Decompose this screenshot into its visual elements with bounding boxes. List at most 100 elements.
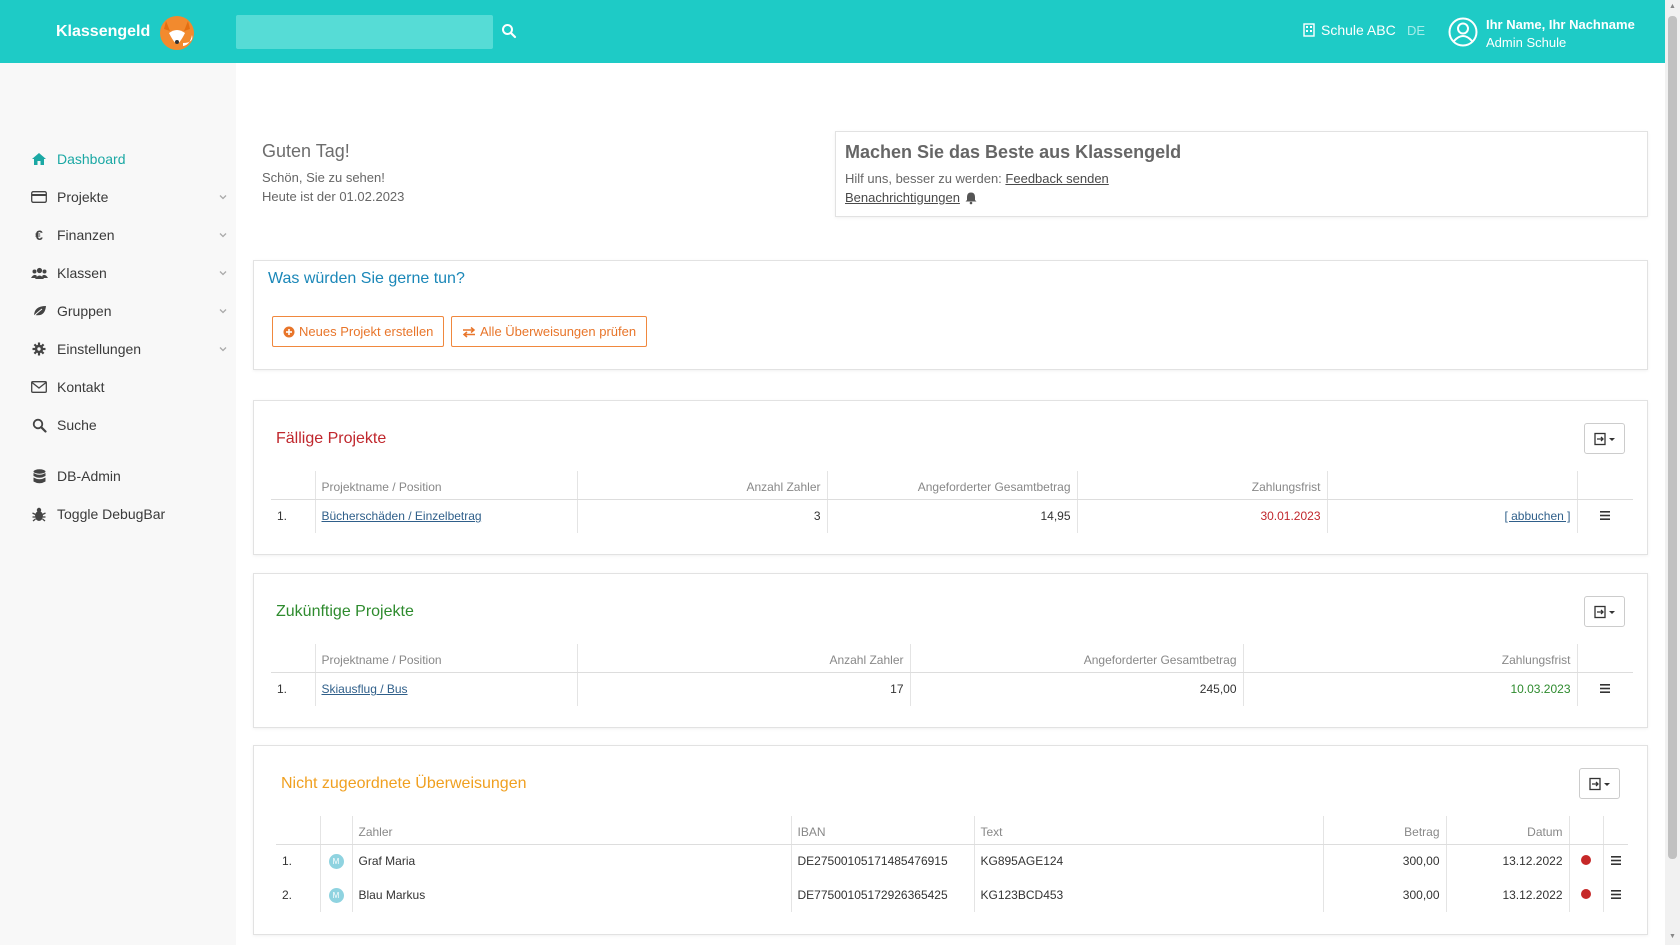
column-header[interactable]: Anzahl Zahler [576,471,827,500]
deadline: 10.03.2023 [1242,672,1577,706]
column-header[interactable]: Angeforderter Gesamtbetrag [826,471,1077,500]
iban: DE27500105171485476915 [790,844,974,878]
sidebar-item-label: Kontakt [57,379,105,395]
sidebar-item-toggle-debugbar[interactable]: Toggle DebugBar [0,496,236,532]
total-amount: 245,00 [909,672,1243,706]
column-header[interactable]: Zahlungsfrist [1242,644,1577,673]
column-header[interactable]: Datum [1445,816,1569,845]
sidebar-item-finanzen[interactable]: € Finanzen [0,217,236,253]
check-transfers-label: Alle Überweisungen prüfen [480,324,637,339]
export-icon [1593,432,1615,445]
row-menu-icon[interactable] [1600,684,1611,694]
iban: DE77500105172926365425 [790,878,974,912]
payer-count: 3 [576,499,827,533]
sidebar-item-label: Projekte [57,189,109,205]
sidebar-item-klassen[interactable]: Klassen [0,255,236,291]
column-header[interactable]: Projektname / Position [314,644,577,673]
page-scrollbar[interactable]: ▲ ▼ [1665,0,1680,945]
due-projects-card: Fällige Projekte Projektname / Position … [253,400,1648,555]
amount: 300,00 [1322,878,1446,912]
sidebar-item-kontakt[interactable]: Kontakt [0,369,236,405]
building-icon [1303,23,1315,37]
column-header[interactable]: Anzahl Zahler [576,644,910,673]
user-avatar-icon [1448,17,1478,47]
brand-logo[interactable]: Klassengeld [56,13,198,51]
payer-name: Graf Maria [351,844,791,878]
top-bar: Klassengeld Schule ABC DE Ihr Name, Ihr … [0,0,1665,63]
column-header[interactable]: Zahlungsfrist [1076,471,1327,500]
unassigned-transfers-title: Nicht zugeordnete Überweisungen [281,775,527,792]
exchange-icon [462,326,476,338]
debit-link[interactable]: [ abbuchen ] [1504,509,1570,523]
sidebar-item-label: Klassen [57,265,107,281]
column-header[interactable]: Betrag [1322,816,1446,845]
sidebar-item-label: DB-Admin [57,468,121,484]
sidebar: Dashboard Projekte € Finanzen Klassen Gr… [0,63,236,945]
row-menu-icon[interactable] [1610,890,1621,899]
chevron-down-icon [219,195,227,200]
user-menu[interactable]: Ihr Name, Ihr Nachname Admin Schule [1448,16,1635,53]
feedback-link[interactable]: Feedback senden [1005,171,1108,186]
sidebar-item-einstellungen[interactable]: Einstellungen [0,331,236,367]
column-header[interactable]: Projektname / Position [314,471,577,500]
greeting-title: Guten Tag! [262,141,350,161]
chevron-down-icon [219,347,227,352]
date: 13.12.2022 [1445,878,1569,912]
project-link[interactable]: Skiausflug / Bus [322,682,408,696]
bell-icon[interactable] [964,191,978,205]
search-input[interactable] [236,15,493,49]
language-switch[interactable]: DE [1407,23,1425,38]
export-button[interactable] [1584,596,1625,627]
total-amount: 14,95 [826,499,1077,533]
credit-card-icon [30,188,48,206]
sidebar-item-label: Finanzen [57,227,115,243]
notifications-line: Benachrichtigungen [845,190,978,205]
sidebar-item-suche[interactable]: Suche [0,407,236,443]
table-header-row: Projektname / Position Anzahl Zahler Ang… [271,644,1633,673]
notifications-link[interactable]: Benachrichtigungen [845,190,960,205]
sidebar-item-dashboard[interactable]: Dashboard [0,141,236,177]
unassigned-transfers-table: Zahler IBAN Text Betrag Datum 1. M Graf … [276,816,1628,912]
column-header[interactable]: IBAN [790,816,974,845]
column-header[interactable]: Zahler [351,816,791,845]
sidebar-item-gruppen[interactable]: Gruppen [0,293,236,329]
status-dot [1581,855,1591,866]
table-row: 2. M Blau Markus DE77500105172926365425 … [276,878,1628,912]
due-projects-table: Projektname / Position Anzahl Zahler Ang… [271,471,1633,533]
export-icon [1588,777,1610,790]
export-button[interactable] [1584,423,1625,454]
bug-icon [30,505,48,523]
chevron-down-icon [219,271,227,276]
export-button[interactable] [1579,768,1620,799]
brand-name: Klassengeld [56,23,151,40]
table-row: 1. Skiausflug / Bus 17 245,00 10.03.2023 [271,672,1633,706]
school-selector[interactable]: Schule ABC [1303,22,1396,38]
sidebar-item-projekte[interactable]: Projekte [0,179,236,215]
plus-circle-icon [283,326,295,337]
scroll-down-arrow[interactable]: ▼ [1668,933,1677,942]
transfer-text: KG895AGE124 [973,844,1323,878]
scrollbar-thumb[interactable] [1668,16,1677,859]
deadline: 30.01.2023 [1076,499,1327,533]
column-header[interactable]: Text [973,816,1323,845]
user-role: Admin Schule [1486,35,1567,50]
gear-icon [30,340,48,358]
row-menu-icon[interactable] [1600,511,1611,521]
payer-avatar: M [328,888,344,903]
table-header-row: Zahler IBAN Text Betrag Datum [276,816,1628,845]
project-link[interactable]: Bücherschäden / Einzelbetrag [322,509,482,523]
sidebar-item-db-admin[interactable]: DB-Admin [0,458,236,494]
row-number: 1. [282,854,293,869]
check-transfers-button[interactable]: Alle Überweisungen prüfen [451,316,648,347]
new-project-button[interactable]: Neues Projekt erstellen [272,316,445,347]
unassigned-transfers-card: Nicht zugeordnete Überweisungen Zahler I… [253,745,1648,935]
sidebar-item-label: Dashboard [57,151,126,167]
row-menu-icon[interactable] [1610,856,1621,866]
chevron-down-icon [219,233,227,238]
scroll-up-arrow[interactable]: ▲ [1668,3,1677,12]
feedback-line: Hilf uns, besser zu werden: Feedback sen… [845,171,1109,186]
search-icon[interactable] [498,20,520,42]
payer-avatar: M [328,854,344,870]
column-header[interactable]: Angeforderter Gesamtbetrag [909,644,1243,673]
users-icon [30,264,48,282]
